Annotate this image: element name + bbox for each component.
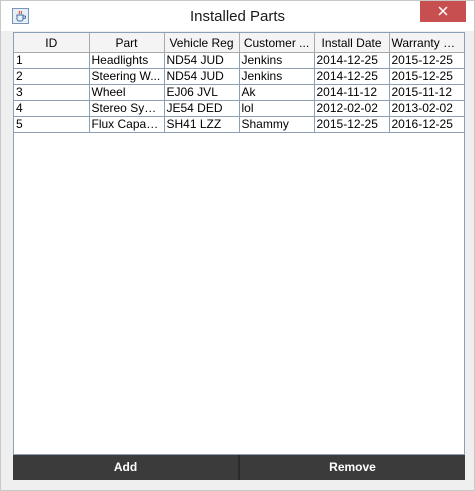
window-title: Installed Parts	[189, 8, 286, 25]
cell-install-date[interactable]: 2015-12-25	[314, 116, 390, 133]
table-row[interactable]: 4 Stereo Syst... JE54 DED lol 2012-02-02…	[14, 100, 464, 117]
column-header-id[interactable]: ID	[14, 33, 90, 53]
cell-part[interactable]: Wheel	[89, 84, 165, 101]
cell-customer[interactable]: lol	[239, 100, 315, 117]
cell-vehicle-reg[interactable]: SH41 LZZ	[164, 116, 240, 133]
button-bar: Add Remove	[13, 455, 465, 480]
column-header-customer[interactable]: Customer ...	[239, 33, 315, 53]
column-header-install-date[interactable]: Install Date	[314, 33, 390, 53]
cell-id[interactable]: 1	[14, 52, 90, 69]
cell-part[interactable]: Headlights	[89, 52, 165, 69]
column-header-vehicle-reg[interactable]: Vehicle Reg	[164, 33, 240, 53]
column-header-warranty-expiry[interactable]: Warranty Ex...	[389, 33, 464, 53]
cell-id[interactable]: 3	[14, 84, 90, 101]
table-row[interactable]: 3 Wheel EJ06 JVL Ak 2014-11-12 2015-11-1…	[14, 84, 464, 101]
cell-vehicle-reg[interactable]: EJ06 JVL	[164, 84, 240, 101]
cell-part[interactable]: Flux Capac...	[89, 116, 165, 133]
cell-part[interactable]: Stereo Syst...	[89, 100, 165, 117]
cell-warranty-expiry[interactable]: 2016-12-25	[389, 116, 464, 133]
cell-warranty-expiry[interactable]: 2015-12-25	[389, 52, 464, 69]
column-header-part[interactable]: Part	[89, 33, 165, 53]
cell-part[interactable]: Steering W...	[89, 68, 165, 85]
cell-id[interactable]: 4	[14, 100, 90, 117]
parts-table-scrollpane[interactable]: ID Part Vehicle Reg Customer ... Install…	[13, 32, 465, 455]
cell-customer[interactable]: Shammy	[239, 116, 315, 133]
cell-install-date[interactable]: 2014-12-25	[314, 68, 390, 85]
parts-table[interactable]: ID Part Vehicle Reg Customer ... Install…	[14, 33, 464, 133]
cell-warranty-expiry[interactable]: 2015-12-25	[389, 68, 464, 85]
cell-install-date[interactable]: 2012-02-02	[314, 100, 390, 117]
title-bar[interactable]: Installed Parts	[1, 1, 474, 31]
close-button[interactable]	[420, 1, 466, 22]
table-row[interactable]: 2 Steering W... ND54 JUD Jenkins 2014-12…	[14, 68, 464, 85]
cell-vehicle-reg[interactable]: JE54 DED	[164, 100, 240, 117]
cell-warranty-expiry[interactable]: 2015-11-12	[389, 84, 464, 101]
cell-customer[interactable]: Jenkins	[239, 68, 315, 85]
table-row[interactable]: 1 Headlights ND54 JUD Jenkins 2014-12-25…	[14, 52, 464, 69]
cell-install-date[interactable]: 2014-12-25	[314, 52, 390, 69]
table-header-row: ID Part Vehicle Reg Customer ... Install…	[14, 33, 464, 53]
remove-button[interactable]: Remove	[240, 455, 465, 480]
content-area: ID Part Vehicle Reg Customer ... Install…	[1, 31, 474, 490]
cell-customer[interactable]: Ak	[239, 84, 315, 101]
close-icon	[438, 6, 448, 16]
cell-install-date[interactable]: 2014-11-12	[314, 84, 390, 101]
cell-id[interactable]: 5	[14, 116, 90, 133]
cell-warranty-expiry[interactable]: 2013-02-02	[389, 100, 464, 117]
add-button[interactable]: Add	[13, 455, 238, 480]
table-row[interactable]: 5 Flux Capac... SH41 LZZ Shammy 2015-12-…	[14, 116, 464, 133]
installed-parts-window: Installed Parts ID Part Vehicle Reg Cust	[0, 0, 475, 491]
cell-vehicle-reg[interactable]: ND54 JUD	[164, 52, 240, 69]
cell-id[interactable]: 2	[14, 68, 90, 85]
cell-customer[interactable]: Jenkins	[239, 52, 315, 69]
cell-vehicle-reg[interactable]: ND54 JUD	[164, 68, 240, 85]
